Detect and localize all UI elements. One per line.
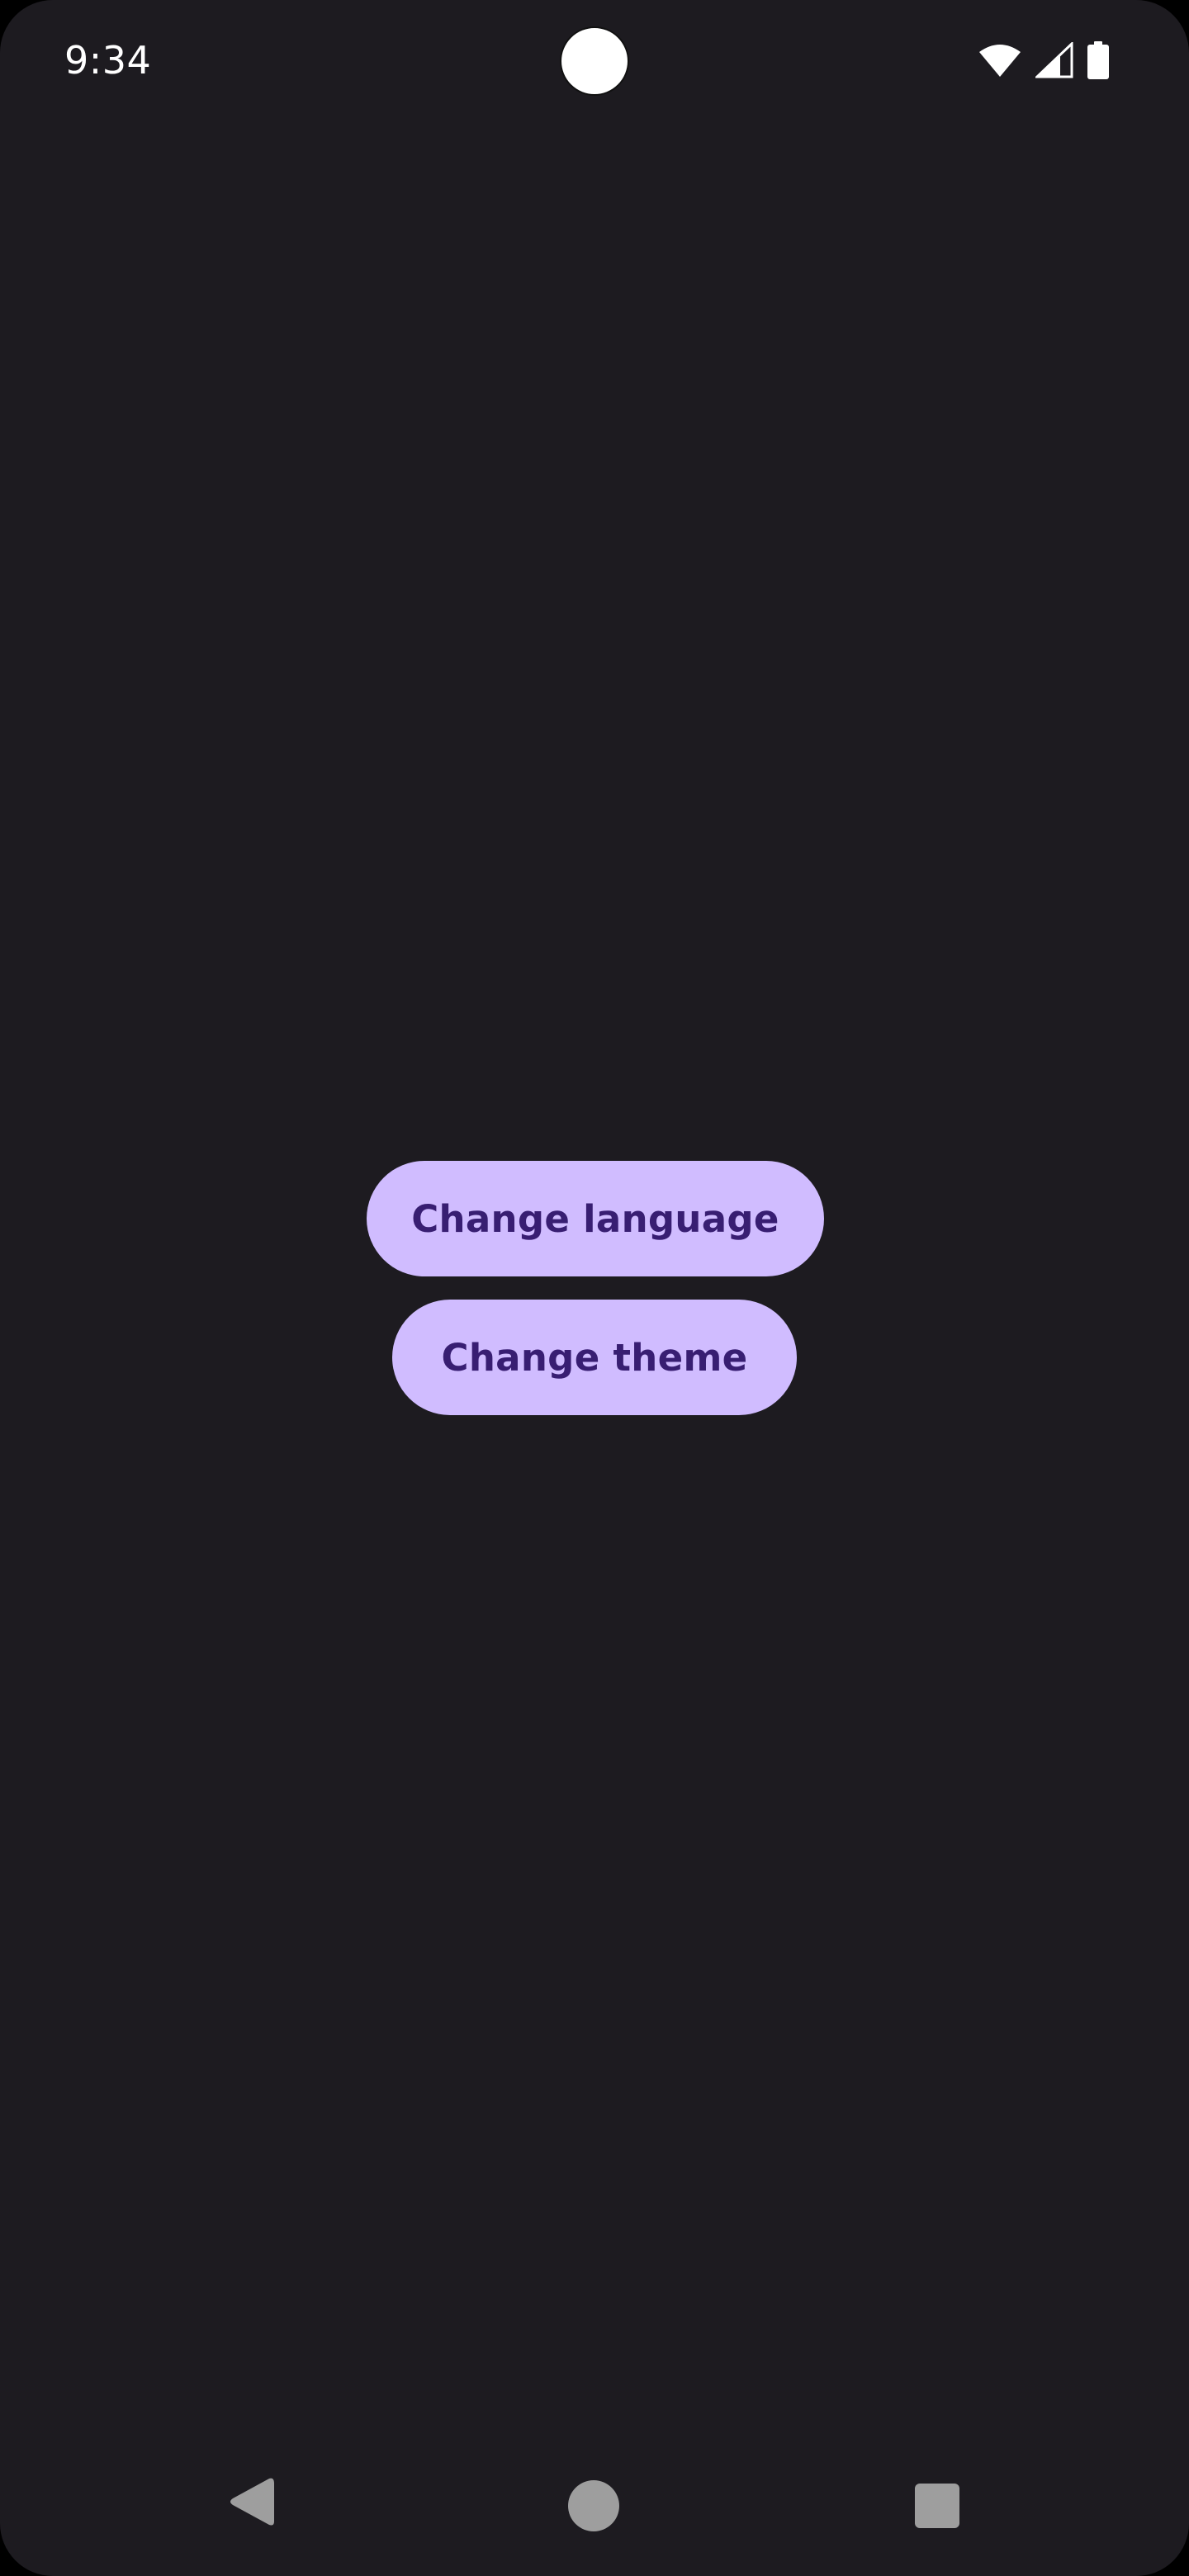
change-language-button[interactable]: Change language [367, 1161, 824, 1276]
home-icon[interactable] [568, 2480, 619, 2531]
change-theme-button[interactable]: Change theme [392, 1300, 797, 1415]
recents-icon[interactable] [915, 2484, 959, 2528]
main-content: Change language Change theme [0, 0, 1189, 2576]
back-icon[interactable] [228, 2475, 274, 2531]
app-screen: 9:34 Change language Change theme [0, 0, 1189, 2576]
